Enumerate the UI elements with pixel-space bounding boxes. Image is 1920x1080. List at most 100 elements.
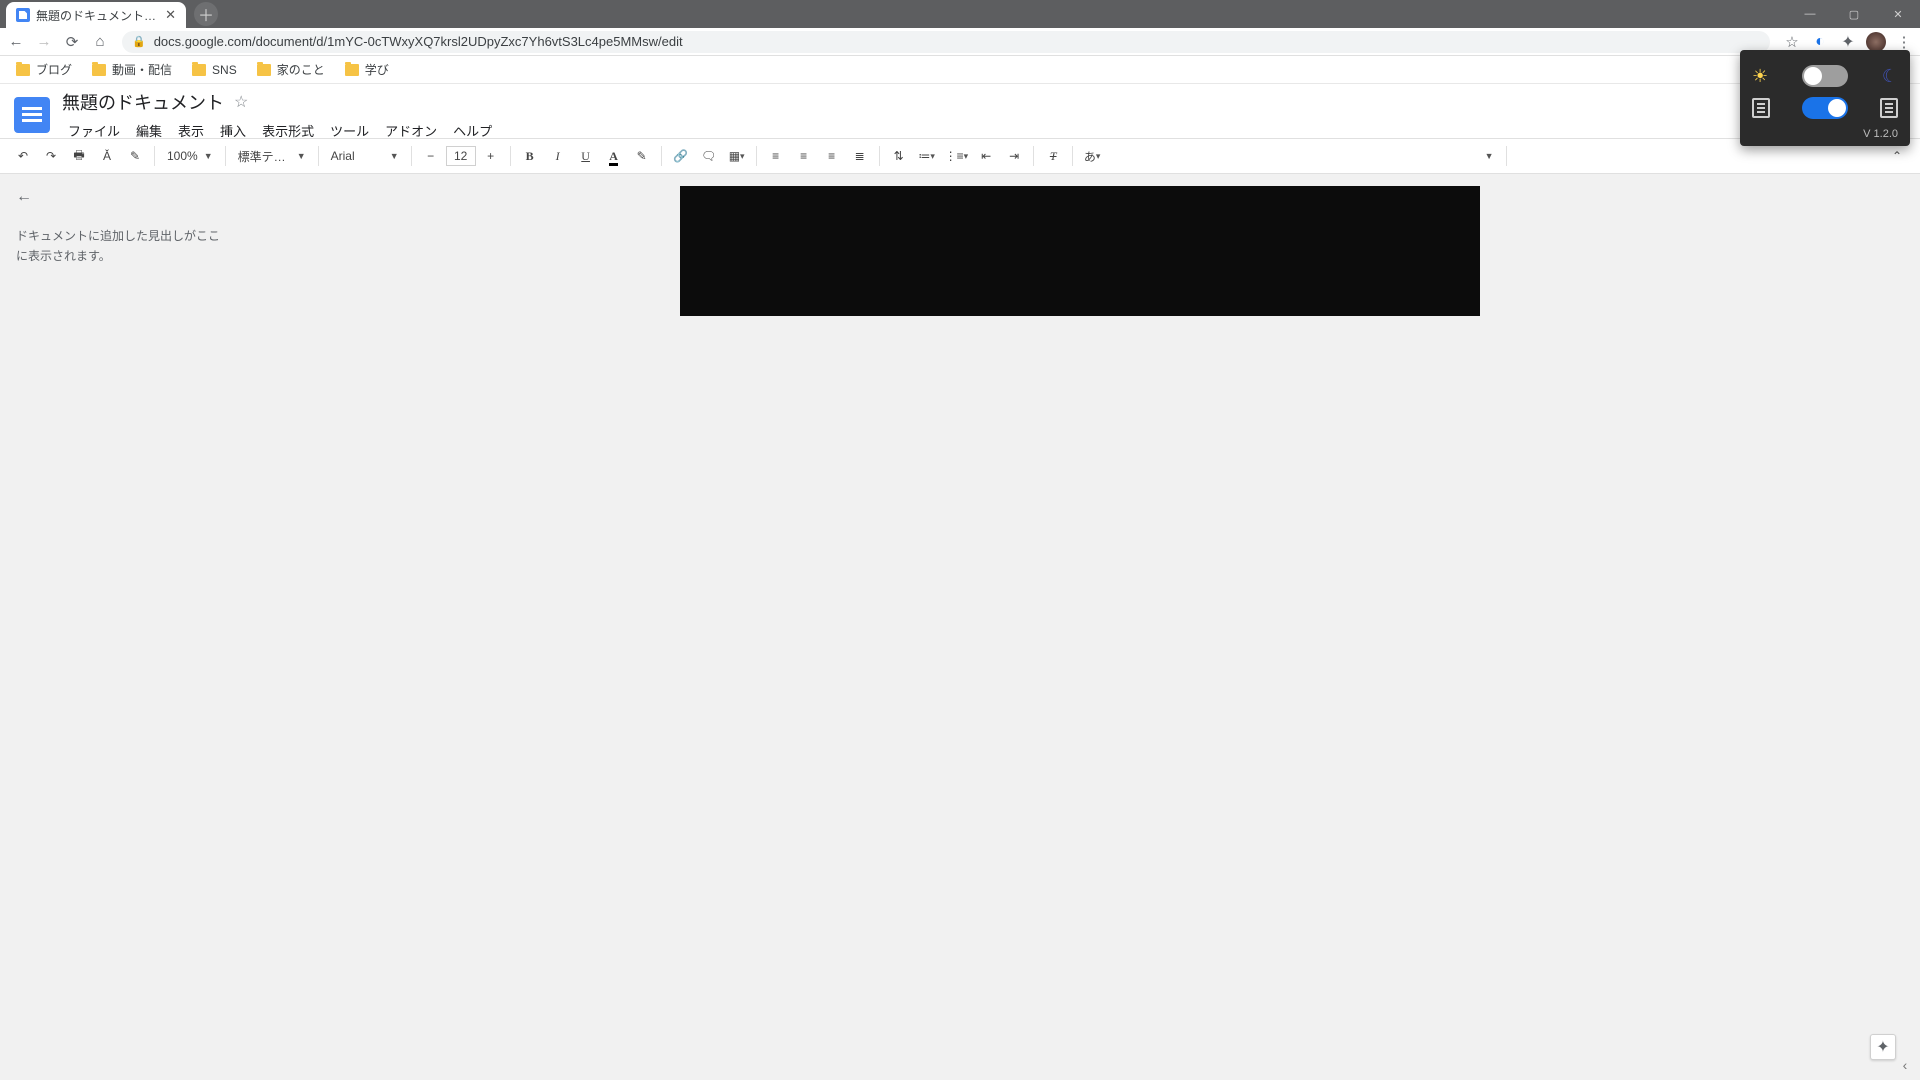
- folder-icon: [92, 64, 106, 76]
- docs-menubar: ファイル 編集 表示 挿入 表示形式 ツール アドオン ヘルプ: [62, 119, 498, 142]
- docs-toolbar: ↶ ↷ 🖶 Ǎ ✎ 100%▼ 標準テキス…▼ Arial▼ − 12 + B …: [0, 138, 1920, 174]
- tab-title: 無題のドキュメント - Google ドキュメ: [36, 7, 159, 24]
- omnibox[interactable]: 🔒 docs.google.com/document/d/1mYC-0cTWxy…: [122, 31, 1770, 53]
- font-size-increase-button[interactable]: +: [478, 143, 504, 169]
- bookmark-label: ブログ: [36, 61, 72, 78]
- window-close-button[interactable]: ✕: [1876, 0, 1920, 28]
- bookmark-folder[interactable]: SNS: [184, 61, 245, 79]
- line-spacing-button[interactable]: ⇅: [886, 143, 912, 169]
- menu-format[interactable]: 表示形式: [256, 119, 320, 142]
- increase-indent-button[interactable]: ⇥: [1001, 143, 1027, 169]
- bookmark-folder[interactable]: ブログ: [8, 59, 80, 80]
- window-minimize-button[interactable]: —: [1788, 0, 1832, 28]
- folder-icon: [345, 64, 359, 76]
- bulleted-list-button[interactable]: ⋮≡▾: [942, 143, 972, 169]
- paint-format-button[interactable]: ✎: [122, 143, 148, 169]
- menu-help[interactable]: ヘルプ: [447, 119, 498, 142]
- window-maximize-button[interactable]: ▢: [1832, 0, 1876, 28]
- browser-titlebar: 無題のドキュメント - Google ドキュメ ✕ ＋ — ▢ ✕: [0, 0, 1920, 28]
- align-left-button[interactable]: ≡: [763, 143, 789, 169]
- bookmarks-bar: ブログ 動画・配信 SNS 家のこと 学び: [0, 56, 1920, 84]
- star-icon[interactable]: ☆: [234, 92, 248, 112]
- menu-file[interactable]: ファイル: [62, 119, 126, 142]
- menu-insert[interactable]: 挿入: [214, 119, 252, 142]
- zoom-value: 100%: [167, 149, 198, 163]
- document-outline-panel: ← ドキュメントに追加した見出しがここに表示されます。: [0, 174, 240, 1080]
- zoom-select[interactable]: 100% ▼: [161, 143, 219, 169]
- font-value: Arial: [331, 149, 355, 163]
- sun-icon: ☀: [1752, 66, 1768, 87]
- explore-button[interactable]: ✦: [1870, 1034, 1896, 1060]
- document-title[interactable]: 無題のドキュメント: [62, 89, 224, 115]
- editing-mode-select[interactable]: ▼: [1479, 143, 1500, 169]
- outline-placeholder: ドキュメントに追加した見出しがここに表示されます。: [16, 226, 224, 267]
- align-right-button[interactable]: ≡: [819, 143, 845, 169]
- insert-image-button[interactable]: ▦▾: [724, 143, 750, 169]
- bold-button[interactable]: B: [517, 143, 543, 169]
- docs-logo-icon[interactable]: [14, 97, 50, 133]
- caret-down-icon: ▾: [930, 151, 935, 162]
- bookmark-folder[interactable]: 家のこと: [249, 59, 333, 80]
- page-dark-icon: [1880, 98, 1898, 118]
- nav-home-button[interactable]: ⌂: [90, 32, 110, 52]
- align-justify-button[interactable]: ≣: [847, 143, 873, 169]
- page-scroll-area[interactable]: [240, 174, 1920, 1080]
- underline-button[interactable]: U: [573, 143, 599, 169]
- insert-comment-button[interactable]: 🗨: [696, 143, 722, 169]
- lock-icon: 🔒: [132, 35, 146, 48]
- dark-mode-toggle[interactable]: [1802, 65, 1848, 87]
- browser-menu-button[interactable]: ⋮: [1894, 32, 1914, 52]
- extension-popup: ☀ ☾ V 1.2.0: [1740, 50, 1910, 146]
- outline-collapse-icon[interactable]: ←: [16, 188, 224, 206]
- browser-profile-avatar[interactable]: [1866, 32, 1886, 52]
- browser-tab[interactable]: 無題のドキュメント - Google ドキュメ ✕: [6, 2, 186, 28]
- workspace: ← ドキュメントに追加した見出しがここに表示されます。 ✦ ‹: [0, 174, 1920, 1080]
- side-panel-toggle-icon[interactable]: ‹: [1896, 1056, 1914, 1074]
- nav-back-button[interactable]: ←: [6, 32, 26, 52]
- numbered-list-button[interactable]: ≔▾: [914, 143, 940, 169]
- paragraph-style-select[interactable]: 標準テキス…▼: [232, 143, 312, 169]
- menu-tools[interactable]: ツール: [324, 119, 375, 142]
- bookmark-folder[interactable]: 動画・配信: [84, 59, 180, 80]
- font-size-input[interactable]: 12: [446, 146, 476, 166]
- insert-link-button[interactable]: 🔗: [668, 143, 694, 169]
- clear-formatting-button[interactable]: T: [1040, 143, 1066, 169]
- caret-down-icon: ▼: [204, 151, 213, 161]
- spellcheck-button[interactable]: Ǎ: [94, 143, 120, 169]
- caret-down-icon: ▾: [740, 151, 745, 162]
- nav-reload-button[interactable]: ⟳: [62, 32, 82, 52]
- caret-down-icon: ▼: [297, 151, 306, 161]
- menu-edit[interactable]: 編集: [130, 119, 168, 142]
- caret-down-icon: ▼: [390, 151, 399, 161]
- extension-version: V 1.2.0: [1752, 128, 1898, 140]
- input-method-button[interactable]: あ▾: [1079, 143, 1105, 169]
- document-page[interactable]: [680, 186, 1480, 1080]
- menu-addons[interactable]: アドオン: [379, 119, 443, 142]
- decrease-indent-button[interactable]: ⇤: [973, 143, 999, 169]
- collapse-toolbar-button[interactable]: ⌃: [1884, 143, 1910, 169]
- tab-close-icon[interactable]: ✕: [165, 7, 176, 23]
- font-size-decrease-button[interactable]: −: [418, 143, 444, 169]
- docs-favicon-icon: [16, 8, 30, 22]
- url-text: docs.google.com/document/d/1mYC-0cTWxyXQ…: [154, 34, 683, 49]
- print-button[interactable]: 🖶: [66, 143, 92, 169]
- bookmark-label: 家のこと: [277, 61, 325, 78]
- bookmark-folder[interactable]: 学び: [337, 59, 397, 80]
- bookmark-star-icon[interactable]: ☆: [1782, 32, 1802, 52]
- italic-button[interactable]: I: [545, 143, 571, 169]
- font-family-select[interactable]: Arial ▼: [325, 143, 405, 169]
- folder-icon: [257, 64, 271, 76]
- align-center-button[interactable]: ≡: [791, 143, 817, 169]
- menu-view[interactable]: 表示: [172, 119, 210, 142]
- extensions-puzzle-icon[interactable]: ✦: [1838, 32, 1858, 52]
- redo-button[interactable]: ↷: [38, 143, 64, 169]
- highlight-button[interactable]: ✎: [629, 143, 655, 169]
- page-mode-toggle[interactable]: [1802, 97, 1848, 119]
- folder-icon: [192, 64, 206, 76]
- caret-down-icon: ▼: [1485, 151, 1494, 161]
- extension-darkmode-icon[interactable]: ◐: [1810, 32, 1830, 52]
- new-tab-button[interactable]: ＋: [194, 2, 218, 26]
- undo-button[interactable]: ↶: [10, 143, 36, 169]
- nav-forward-button[interactable]: →: [34, 32, 54, 52]
- text-color-button[interactable]: A: [601, 143, 627, 169]
